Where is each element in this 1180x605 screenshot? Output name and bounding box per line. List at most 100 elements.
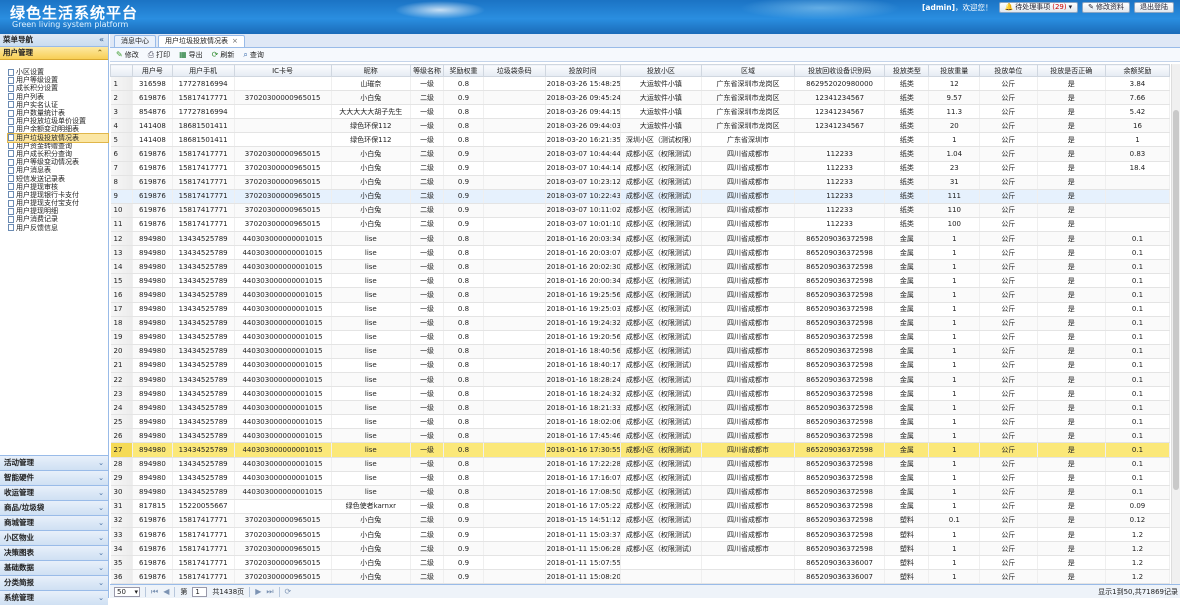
sidebar-item[interactable]: 用户数量统计表	[8, 109, 108, 117]
sidebar-group[interactable]: 活动管理 ⌄	[0, 455, 108, 470]
sidebar-item[interactable]: 成长积分设置	[8, 84, 108, 92]
table-row[interactable]: 31 817815 15220055667 绿色使者karnxr 一级 0.8 2018-0…	[110, 499, 1170, 514]
sidebar-item[interactable]: 小区设置	[8, 68, 108, 76]
sidebar-item[interactable]: 用户实名认证	[8, 101, 108, 109]
column-header[interactable]: IC卡号	[233, 64, 332, 77]
sidebar-item[interactable]: 用户消费记录	[8, 215, 108, 223]
column-header[interactable]	[110, 64, 134, 77]
table-row[interactable]: 23 894980 13434525789 440303000000001015 lis…	[110, 386, 1170, 402]
page-size-select[interactable]: 50 ▾	[114, 586, 140, 597]
sidebar-group[interactable]: 智能硬件 ⌄	[0, 470, 108, 485]
column-header[interactable]: 投放是否正确	[1036, 64, 1106, 77]
table-row[interactable]: 35 619876 15817417771 37020300000965015 小白兔二…	[110, 555, 1170, 571]
query-button[interactable]: ⌕ 查询	[243, 50, 263, 60]
table-row[interactable]: 22 894980 13434525789 440303000000001015 lis…	[110, 372, 1170, 388]
refresh-icon[interactable]: ⟳	[285, 587, 292, 596]
tab-garbage-report[interactable]: 用户垃圾投放情况表 ×	[158, 35, 245, 47]
sidebar-group-user-management[interactable]: 用户管理 ⌃	[0, 47, 108, 60]
sidebar-item[interactable]: 用户资金转赠查询	[8, 142, 108, 150]
table-row[interactable]: 26 894980 13434525789 440303000000001015 lis…	[110, 428, 1170, 444]
table-row[interactable]: 1 316598 17727816994 山璀奈 一级 0.8 2018-03-26 15:…	[110, 76, 1170, 92]
sidebar-group[interactable]: 基础数据 ⌄	[0, 560, 108, 575]
column-header[interactable]: 等级名称	[410, 64, 445, 77]
sidebar-group[interactable]: 商城管理 ⌄	[0, 515, 108, 530]
table-row[interactable]: 25 894980 13434525789 440303000000001015 lis…	[110, 414, 1170, 430]
column-header[interactable]: 投放回收设备识别码	[793, 64, 886, 77]
table-row[interactable]: 8 619876 15817417771 37020300000965015 小白兔 二级…	[110, 175, 1170, 190]
sidebar-item[interactable]: 用户提现审核	[8, 183, 108, 191]
scrollbar-thumb[interactable]	[1173, 110, 1179, 490]
column-header[interactable]: 余额奖励	[1104, 64, 1170, 77]
vertical-scrollbar[interactable]	[1171, 64, 1180, 585]
last-page-icon[interactable]: ⏭	[266, 587, 273, 597]
print-button[interactable]: ⎙ 打印	[148, 50, 170, 60]
table-row[interactable]: 32 619876 15817417771 37020300000965015 小白兔二…	[110, 513, 1170, 529]
table-row[interactable]: 34 619876 15817417771 37020300000965015 小白兔二…	[110, 541, 1170, 557]
sidebar-item[interactable]: 用户成长积分查询	[8, 150, 108, 158]
table-row[interactable]: 4 141408 18681501411 绿色环保112 一级 0.8 2018-03-26…	[110, 118, 1170, 134]
table-row[interactable]: 15 894980 13434525789 440303000000001015 lis…	[110, 273, 1170, 289]
sidebar-item[interactable]: 用户消息表	[8, 166, 108, 174]
first-page-icon[interactable]: ⏮	[151, 587, 158, 597]
sidebar-item[interactable]: 短信发送记录表	[8, 174, 108, 183]
table-row[interactable]: 7 619876 15817417771 37020300000965015 小白兔 二级…	[110, 161, 1170, 176]
table-row[interactable]: 9 619876 15817417771 37020300000965015 小白兔 二级…	[110, 189, 1170, 204]
column-header[interactable]: 昵称	[330, 64, 412, 77]
table-row[interactable]: 24 894980 13434525789 440303000000001015 lis…	[110, 400, 1170, 416]
table-row[interactable]: 27 894980 13434525789 440303000000001015 lis…	[110, 442, 1170, 458]
table-row[interactable]: 36 619876 15817417771 37020300000965015 小白兔二…	[110, 569, 1170, 585]
column-header[interactable]: 用户号	[132, 64, 173, 77]
column-header[interactable]: 奖励权重	[443, 64, 484, 77]
tab-message-center[interactable]: 消息中心	[114, 35, 156, 47]
sidebar-item[interactable]: 用户余额变动明细表	[8, 125, 108, 133]
next-page-icon[interactable]: ▶	[255, 587, 261, 596]
table-row[interactable]: 19 894980 13434525789 440303000000001015 lis…	[110, 330, 1170, 345]
collapse-icon[interactable]: «	[99, 34, 104, 46]
table-row[interactable]: 29 894980 13434525789 440303000000001015 lis…	[110, 471, 1170, 486]
table-row[interactable]: 16 894980 13434525789 440303000000001015 lis…	[110, 287, 1170, 303]
logout-button[interactable]: 退出登陆	[1134, 1, 1174, 13]
table-row[interactable]: 33 619876 15817417771 37020300000965015 小白兔二…	[110, 527, 1170, 543]
sidebar-item[interactable]: 用户列表	[8, 93, 108, 101]
column-header[interactable]: 投放单位	[979, 64, 1038, 77]
export-button[interactable]: ▦ 导出	[179, 50, 203, 60]
column-header[interactable]: 用户手机	[171, 64, 235, 77]
table-row[interactable]: 2 619876 15817417771 37020300000965015 小白兔 二级…	[110, 90, 1170, 106]
todo-button[interactable]: 🔔 待处理事项 (29) ▾	[998, 1, 1079, 13]
refresh-button[interactable]: ⟳ 刷新	[212, 50, 235, 60]
sidebar-group[interactable]: 小区物业 ⌄	[0, 530, 108, 545]
sidebar-group[interactable]: 分类简报 ⌄	[0, 575, 108, 590]
table-row[interactable]: 21 894980 13434525789 440303000000001015 lis…	[110, 358, 1170, 373]
table-row[interactable]: 11 619876 15817417771 37020300000965015 小白兔二…	[110, 217, 1170, 233]
prev-page-icon[interactable]: ◀	[163, 587, 169, 596]
table-row[interactable]: 30 894980 13434525789 440303000000001015 lis…	[110, 485, 1170, 500]
sidebar-item-selected[interactable]: 用户垃圾投放情况表	[7, 132, 109, 143]
column-header[interactable]: 区域	[701, 64, 795, 77]
sidebar-group[interactable]: 商品/垃圾袋 ⌄	[0, 500, 108, 515]
column-header[interactable]: 投放重量	[928, 64, 981, 77]
column-header[interactable]: 投放类型	[884, 64, 930, 77]
table-row[interactable]: 13 894980 13434525789 440303000000001015 lis…	[110, 245, 1170, 261]
column-header[interactable]: 投放小区	[619, 64, 703, 77]
sidebar-item[interactable]: 用户反馈信息	[8, 224, 108, 232]
close-icon[interactable]: ×	[232, 37, 238, 45]
edit-button[interactable]: ✎ 修改	[116, 50, 139, 60]
column-header[interactable]: 投放时间	[544, 64, 621, 77]
sidebar-group[interactable]: 决策图表 ⌄	[0, 545, 108, 560]
table-row[interactable]: 3 854876 17727816994 大大大大大胡子先生 一级 0.8 2018-03-…	[110, 104, 1170, 120]
table-row[interactable]: 20 894980 13434525789 440303000000001015 lis…	[110, 344, 1170, 359]
table-row[interactable]: 10 619876 15817417771 37020300000965015 小白兔二…	[110, 203, 1170, 218]
table-row[interactable]: 12 894980 13434525789 440303000000001015 lis…	[110, 231, 1170, 247]
page-number-input[interactable]: 1	[192, 586, 208, 597]
column-header[interactable]: 垃圾袋条码	[482, 64, 546, 77]
table-row[interactable]: 6 619876 15817417771 37020300000965015 小白兔 二级…	[110, 146, 1170, 162]
edit-profile-button[interactable]: ✎ 修改资料	[1082, 1, 1130, 13]
sidebar-group[interactable]: 收运管理 ⌄	[0, 485, 108, 500]
table-row[interactable]: 17 894980 13434525789 440303000000001015 lis…	[110, 302, 1170, 317]
sidebar-item[interactable]: 用户提现支付宝支付	[8, 199, 108, 207]
table-row[interactable]: 14 894980 13434525789 440303000000001015 lis…	[110, 259, 1170, 275]
table-row[interactable]: 5 141408 18681501411 绿色环保112 一级 0.8 2018-03-20…	[110, 132, 1170, 148]
sidebar-item[interactable]: 用户提现银行卡支付	[8, 191, 108, 199]
table-row[interactable]: 18 894980 13434525789 440303000000001015 lis…	[110, 316, 1170, 331]
table-row[interactable]: 28 894980 13434525789 440303000000001015 lis…	[110, 457, 1170, 472]
